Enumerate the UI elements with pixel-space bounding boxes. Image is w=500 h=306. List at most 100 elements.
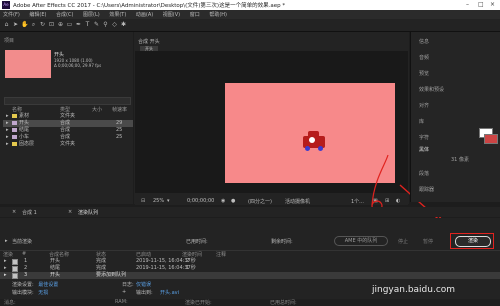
- project-item[interactable]: ▸ 开头 合成 29: [3, 120, 133, 127]
- add-output-icon[interactable]: +: [122, 289, 126, 295]
- output-to-select[interactable]: 开头.avi: [160, 289, 179, 296]
- panel-paragraph[interactable]: 段落: [419, 170, 429, 177]
- menu-bar: 文件(F) 编辑(E) 合成(C) 图层(L) 效果(T) 动画(A) 视图(V…: [0, 10, 500, 19]
- text-tool-icon[interactable]: T: [84, 21, 91, 28]
- car-face-icon: [309, 137, 315, 143]
- color-channel-icon[interactable]: ●: [231, 198, 235, 204]
- magnification-select[interactable]: 25%: [153, 198, 164, 204]
- stroke-color-swatch[interactable]: [484, 134, 498, 144]
- close-icon[interactable]: ×: [68, 209, 72, 215]
- project-item[interactable]: ▸ 固态层 文件夹: [3, 141, 133, 148]
- font-family-select[interactable]: 黑体: [419, 146, 429, 153]
- camera-tool-icon[interactable]: ⊡: [48, 21, 55, 28]
- stop-button[interactable]: 停止: [398, 238, 408, 245]
- ame-queue-button[interactable]: AME 中的队列: [334, 236, 388, 246]
- project-item[interactable]: ▸ 素材 文件夹: [3, 113, 133, 120]
- item-type: 文件夹: [60, 141, 76, 147]
- pen-tool-icon[interactable]: ✒: [75, 21, 82, 28]
- chevron-right-icon[interactable]: ▸: [6, 113, 9, 120]
- project-panel-title[interactable]: 项目: [4, 37, 14, 44]
- expand-icon[interactable]: ▸: [4, 258, 7, 265]
- output-module-select[interactable]: 无损: [38, 290, 48, 296]
- menu-item-edit[interactable]: 编辑(E): [29, 12, 46, 18]
- expand-icon[interactable]: ▸: [4, 272, 7, 279]
- pan-behind-tool-icon[interactable]: ⊕: [57, 21, 64, 28]
- zoom-tool-icon[interactable]: ⌕: [30, 21, 37, 28]
- eraser-tool-icon[interactable]: ◇: [111, 21, 118, 28]
- snapshot-icon[interactable]: ◉: [221, 198, 225, 204]
- col-number[interactable]: #: [22, 251, 26, 257]
- tab-comp1[interactable]: 合成 1: [22, 209, 37, 216]
- queue-started: 2019-11-15, 16:04:37: [136, 265, 191, 271]
- col-status[interactable]: 状态: [96, 251, 106, 258]
- col-name[interactable]: 名称: [12, 106, 22, 113]
- menu-item-layer[interactable]: 图层(L): [83, 12, 100, 18]
- home-icon[interactable]: ⌂: [3, 21, 10, 28]
- render-queue-item[interactable]: ▸ 2 结尾 完成 2019-11-15, 16:04:37 1 秒: [0, 265, 500, 272]
- menu-item-help[interactable]: 帮助(H): [209, 12, 227, 18]
- close-icon[interactable]: ×: [490, 1, 495, 8]
- render-queue-item[interactable]: ▸ 3 开头 要添加到队列: [0, 272, 500, 279]
- menu-item-composition[interactable]: 合成(C): [56, 12, 73, 18]
- always-preview-icon[interactable]: ⊟: [141, 198, 145, 204]
- expand-icon[interactable]: ▸: [4, 265, 7, 272]
- queue-comp-name: 结尾: [50, 265, 61, 271]
- menu-item-animation[interactable]: 动画(A): [136, 12, 153, 18]
- menu-item-window[interactable]: 窗口: [190, 12, 200, 18]
- item-type: 合成: [60, 127, 71, 133]
- panel-effects-presets[interactable]: 效果和预设: [419, 86, 444, 93]
- col-comp-name[interactable]: 合成名称: [49, 251, 69, 258]
- comp-info-duration: Δ 0;00;06;00, 29.97 fps: [54, 63, 102, 68]
- panel-tracker[interactable]: 跟踪器: [419, 186, 434, 193]
- selection-tool-icon[interactable]: ➤: [12, 21, 19, 28]
- menu-item-view[interactable]: 视图(V): [163, 12, 180, 18]
- project-search-input[interactable]: [4, 97, 131, 105]
- maximize-icon[interactable]: □: [478, 1, 484, 8]
- brush-tool-icon[interactable]: ✎: [93, 21, 100, 28]
- rotate-tool-icon[interactable]: ↻: [39, 21, 46, 28]
- resolution-select[interactable]: (四分之一): [248, 198, 272, 205]
- close-icon[interactable]: ×: [12, 209, 16, 215]
- col-size[interactable]: 大小: [92, 106, 102, 113]
- mask-tool-icon[interactable]: ▭: [66, 21, 73, 28]
- panel-preview[interactable]: 预览: [419, 70, 429, 77]
- panel-align[interactable]: 对齐: [419, 102, 429, 109]
- panel-audio[interactable]: 音频: [419, 54, 429, 61]
- font-size-field[interactable]: 31 像素: [451, 156, 469, 163]
- queue-number: 3: [24, 272, 28, 278]
- car-wheel-right: [318, 146, 323, 151]
- col-render-time[interactable]: 渲染时间: [182, 251, 202, 258]
- viewer-tab[interactable]: 合成 开头: [138, 38, 160, 45]
- timecode-display[interactable]: 0;00;00;00: [187, 198, 214, 204]
- col-comment[interactable]: 注释: [216, 251, 226, 258]
- tab-render-queue[interactable]: 渲染队列: [78, 209, 98, 216]
- chevron-right-icon[interactable]: ▸: [6, 120, 9, 127]
- current-render-toggle[interactable]: ▸: [5, 238, 8, 244]
- panel-info[interactable]: 信息: [419, 38, 429, 45]
- chevron-right-icon[interactable]: ▸: [6, 141, 9, 148]
- panel-library[interactable]: 库: [419, 118, 424, 125]
- chevron-right-icon[interactable]: ▸: [6, 127, 9, 134]
- project-item[interactable]: ▸ 结尾 合成 25: [3, 127, 133, 134]
- log-label: 日志:: [122, 282, 134, 288]
- chevron-right-icon[interactable]: ▸: [6, 134, 9, 141]
- col-render[interactable]: 渲染: [3, 251, 13, 258]
- render-queue-item[interactable]: ▸ 1 开头 完成 2019-11-15, 16:04:37 2 秒: [0, 258, 500, 265]
- pause-button[interactable]: 暂停: [423, 238, 433, 245]
- col-type[interactable]: 类型: [60, 106, 70, 113]
- camera-select[interactable]: 活动摄像机: [285, 198, 310, 205]
- col-fps[interactable]: 帧速率: [112, 106, 127, 113]
- tools-toolbar: ⌂ ➤ ✋ ⌕ ↻ ⊡ ⊕ ▭ ✒ T ✎ ⚲ ◇ ✱: [0, 19, 500, 32]
- puppet-tool-icon[interactable]: ✱: [120, 21, 127, 28]
- panel-character[interactable]: 字符: [419, 134, 429, 141]
- clone-tool-icon[interactable]: ⚲: [102, 21, 109, 28]
- log-select[interactable]: 仅错误: [136, 281, 151, 288]
- menu-item-file[interactable]: 文件(F): [3, 12, 20, 18]
- render-settings-select[interactable]: 最佳设置: [38, 282, 58, 288]
- message-label: 消息:: [4, 300, 16, 306]
- hand-tool-icon[interactable]: ✋: [21, 21, 28, 28]
- menu-item-effect[interactable]: 效果(T): [109, 12, 126, 18]
- project-item[interactable]: ▸ 小车 合成 25: [3, 134, 133, 141]
- col-started[interactable]: 已启动: [136, 251, 151, 258]
- minimize-icon[interactable]: –: [466, 1, 469, 8]
